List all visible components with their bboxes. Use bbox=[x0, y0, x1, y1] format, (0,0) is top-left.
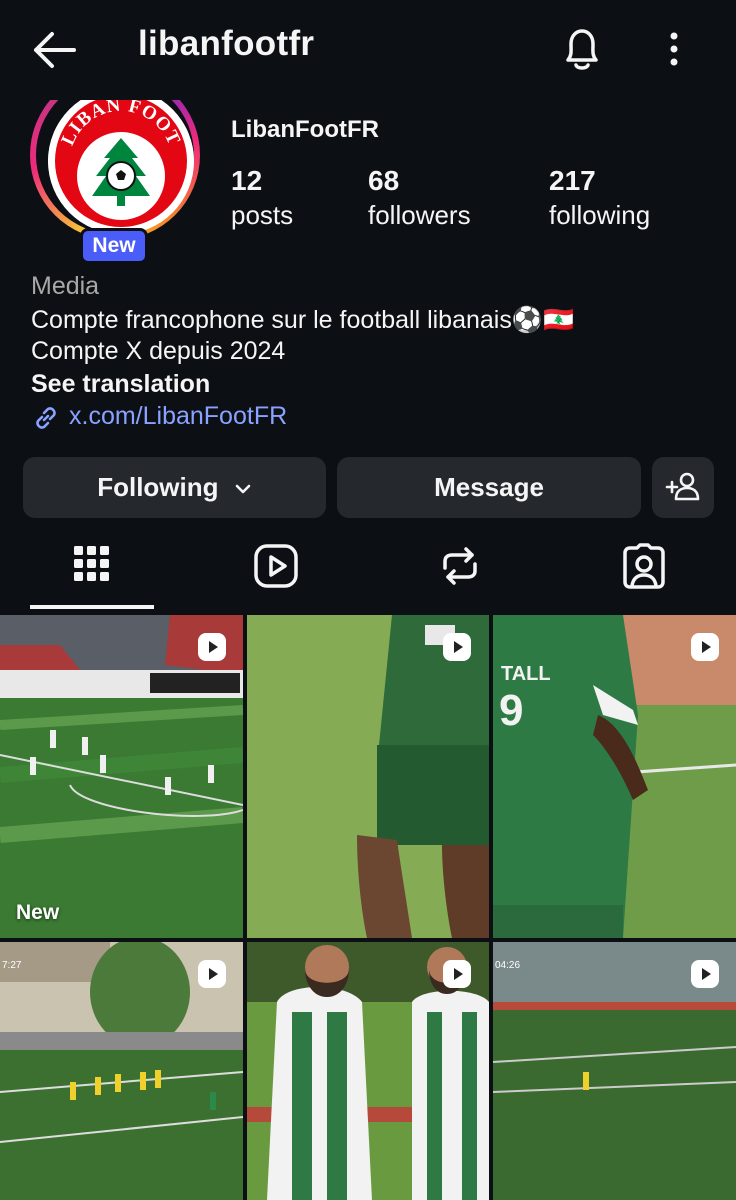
post-thumbnail-6[interactable]: 04:26 bbox=[493, 942, 736, 1200]
following-stat[interactable]: 217 following bbox=[549, 164, 650, 232]
top-bar: libanfootfr bbox=[0, 0, 736, 100]
followers-count: 68 bbox=[368, 165, 400, 196]
message-button[interactable]: Message bbox=[337, 457, 641, 518]
story-ring: LIBAN FOOT bbox=[30, 100, 200, 240]
post-thumbnail-4[interactable]: 7:27 bbox=[0, 942, 243, 1200]
reels-icon[interactable] bbox=[252, 542, 300, 590]
more-vertical-icon[interactable] bbox=[660, 28, 688, 72]
new-badge: New bbox=[80, 228, 148, 264]
bell-icon[interactable] bbox=[558, 24, 606, 74]
following-label: following bbox=[549, 200, 651, 230]
followers-stat[interactable]: 68 followers bbox=[368, 164, 471, 232]
avatar[interactable]: LIBAN FOOT bbox=[30, 100, 200, 240]
post-thumbnail-3[interactable]: 9 TALL bbox=[493, 615, 736, 938]
posts-stat[interactable]: 12 posts bbox=[231, 164, 293, 232]
reel-badge-icon bbox=[443, 633, 471, 661]
add-user-icon bbox=[665, 472, 700, 501]
followers-label: followers bbox=[368, 200, 471, 230]
tagged-icon[interactable] bbox=[620, 542, 668, 590]
following-label: Following bbox=[97, 472, 219, 502]
message-label: Message bbox=[434, 472, 544, 502]
header-username: libanfootfr bbox=[138, 24, 315, 63]
reel-badge-icon bbox=[198, 960, 226, 988]
posts-count: 12 bbox=[231, 165, 263, 196]
liban-foot-logo: LIBAN FOOT bbox=[48, 100, 194, 234]
see-translation-link[interactable]: See translation bbox=[31, 370, 210, 399]
video-timestamp: 04:26 bbox=[495, 960, 521, 971]
bio-line-2: Compte X depuis 2024 bbox=[31, 337, 286, 365]
new-post-label: New bbox=[16, 901, 60, 924]
add-user-button[interactable] bbox=[652, 457, 714, 518]
video-timestamp: 7:27 bbox=[2, 960, 22, 971]
reel-badge-icon bbox=[691, 633, 719, 661]
active-tab-indicator bbox=[30, 605, 154, 609]
reel-badge-icon bbox=[198, 633, 226, 661]
bio-line-1: Compte francophone sur le football liban… bbox=[31, 306, 575, 334]
post-thumbnail-5[interactable] bbox=[247, 942, 489, 1200]
category-label: Media bbox=[31, 272, 100, 300]
svg-text:TALL: TALL bbox=[501, 663, 551, 685]
chevron-down-icon bbox=[235, 484, 251, 494]
posts-label: posts bbox=[231, 200, 294, 230]
reel-badge-icon bbox=[443, 960, 471, 988]
link-text: x.com/LibanFootFR bbox=[69, 402, 288, 430]
posts-grid-icon[interactable] bbox=[68, 542, 116, 590]
following-count: 217 bbox=[549, 165, 596, 196]
reel-badge-icon bbox=[691, 960, 719, 988]
following-button[interactable]: Following bbox=[23, 457, 326, 518]
reposts-icon[interactable] bbox=[436, 542, 484, 590]
profile-name: LibanFootFR bbox=[231, 116, 379, 143]
post-thumbnail-1[interactable]: New bbox=[0, 615, 243, 938]
back-arrow-icon[interactable] bbox=[30, 28, 78, 72]
link-icon bbox=[36, 407, 56, 429]
post-thumbnail-2[interactable] bbox=[247, 615, 489, 938]
svg-text:9: 9 bbox=[499, 686, 523, 735]
